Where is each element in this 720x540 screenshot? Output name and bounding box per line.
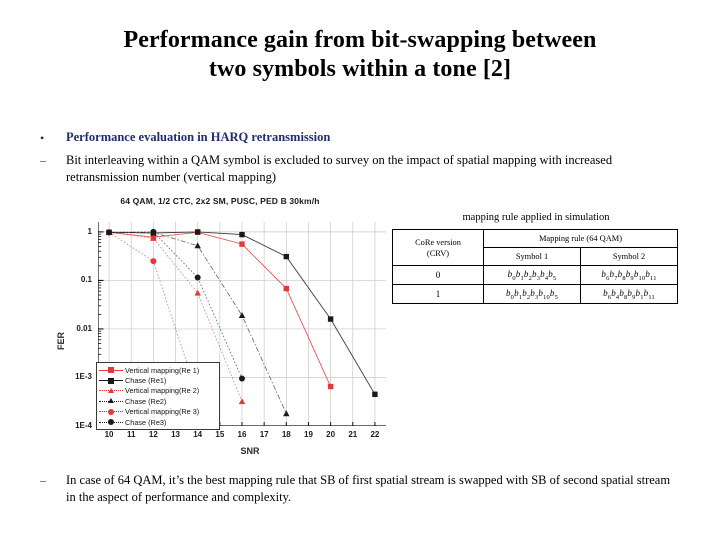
bullet-level2-second: – In case of 64 QAM, it’s the best mappi…	[40, 472, 680, 505]
table-header-row-1: CoRe version (CRV) Mapping rule (64 QAM)	[392, 229, 678, 266]
legend-key-icon	[99, 417, 123, 427]
table-row: 1 b0b1b2b3b10b5 b6b4b8b9b1b11	[392, 284, 678, 304]
y-tick-label: 1E-4	[75, 421, 92, 430]
x-tick-label: 10	[104, 430, 114, 439]
x-tick-label: 12	[148, 430, 158, 439]
x-tick-label: 14	[193, 430, 203, 439]
cell-symbol2-bits: b6b4b8b9b1b11	[580, 284, 678, 304]
legend-item: Chase (Re3)	[99, 417, 216, 427]
bullet-marker-dot: •	[40, 131, 45, 145]
x-tick-label: 15	[215, 430, 225, 439]
header-symbol-1: Symbol 1	[483, 247, 581, 266]
legend-item: Chase (Re2)	[99, 396, 216, 406]
legend-item-label: Vertical mapping(Re 2)	[125, 386, 200, 396]
y-tick-label: 1	[87, 226, 92, 236]
table-row: 0 b0b1b2b3b4b5 b6b7b8b9b10b11	[392, 265, 678, 285]
x-tick-label: 13	[171, 430, 180, 439]
bullet-level2-first: – Bit interleaving within a QAM symbol i…	[40, 152, 680, 185]
legend-item: Vertical mapping(Re 2)	[99, 386, 216, 396]
header-symbol-2: Symbol 2	[580, 247, 678, 266]
legend-item-label: Vertical mapping(Re 3)	[125, 407, 200, 417]
x-tick-label: 18	[281, 430, 291, 439]
header-core-version-line1: CoRe version	[415, 237, 461, 247]
legend-item-label: Chase (Re1)	[125, 376, 167, 386]
bullet-level2-first-text: Bit interleaving within a QAM symbol is …	[66, 153, 613, 184]
legend-key-icon	[99, 407, 123, 417]
fer-vs-snr-chart: 64 QAM, 1/2 CTC, 2x2 SM, PUSC, PED B 30k…	[40, 196, 400, 468]
mapping-rule-table: CoRe version (CRV) Mapping rule (64 QAM)…	[392, 229, 678, 304]
bullet-level2-second-text: In case of 64 QAM, it’s the best mapping…	[66, 473, 671, 504]
title-line-2: two symbols within a tone [2]	[208, 56, 512, 82]
x-tick-label: 19	[304, 430, 313, 439]
legend-item: Chase (Re1)	[99, 375, 216, 385]
legend-key-icon	[99, 365, 123, 375]
header-core-version: CoRe version (CRV)	[392, 229, 484, 266]
x-tick-label: 16	[237, 430, 247, 439]
table-caption: mapping rule applied in simulation	[462, 212, 610, 223]
legend-item-label: Vertical mapping(Re 1)	[125, 365, 200, 375]
bullet-level1: • Performance evaluation in HARQ retrans…	[40, 129, 680, 146]
legend-item-label: Chase (Re3)	[125, 417, 167, 427]
bullet-marker-dash: –	[40, 473, 46, 487]
chart-legend: Vertical mapping(Re 1) Chase (Re1) Vertica…	[96, 362, 220, 431]
x-tick-label: 20	[326, 430, 336, 439]
page-title: Performance gain from bit-swapping betwe…	[36, 26, 684, 84]
header-core-version-line2: (CRV)	[426, 248, 450, 258]
header-mapping-rule: Mapping rule (64 QAM)	[483, 229, 678, 248]
chart-title: 64 QAM, 1/2 CTC, 2x2 SM, PUSC, PED B 30k…	[120, 196, 320, 206]
legend-item: Vertical mapping(Re 3)	[99, 407, 216, 417]
cell-symbol1-bits: b0b1b2b3b10b5	[483, 284, 581, 304]
x-tick-label: 17	[259, 430, 269, 439]
legend-key-icon	[99, 376, 123, 386]
cell-crv: 1	[392, 284, 484, 304]
x-tick-label: 21	[348, 430, 358, 439]
legend-item: Vertical mapping(Re 1)	[99, 365, 216, 375]
legend-key-icon	[99, 396, 123, 406]
y-tick-label: 1E-3	[75, 372, 92, 382]
x-tick-label: 22	[370, 430, 380, 439]
bullet-level1-text: Performance evaluation in HARQ retransmi…	[66, 130, 331, 144]
legend-item-label: Chase (Re2)	[125, 396, 167, 406]
legend-key-icon	[99, 386, 123, 396]
chart-x-axis-label: SNR	[240, 446, 260, 456]
x-tick-label: 11	[126, 430, 136, 439]
cell-crv: 0	[392, 265, 484, 285]
cell-symbol2-bits: b6b7b8b9b10b11	[580, 265, 678, 285]
title-line-1: Performance gain from bit-swapping betwe…	[123, 27, 597, 53]
y-tick-label: 0.1	[80, 275, 92, 285]
cell-symbol1-bits: b0b1b2b3b4b5	[483, 265, 581, 285]
y-tick-label: 0.01	[76, 323, 92, 333]
bullet-marker-dash: –	[40, 153, 46, 167]
